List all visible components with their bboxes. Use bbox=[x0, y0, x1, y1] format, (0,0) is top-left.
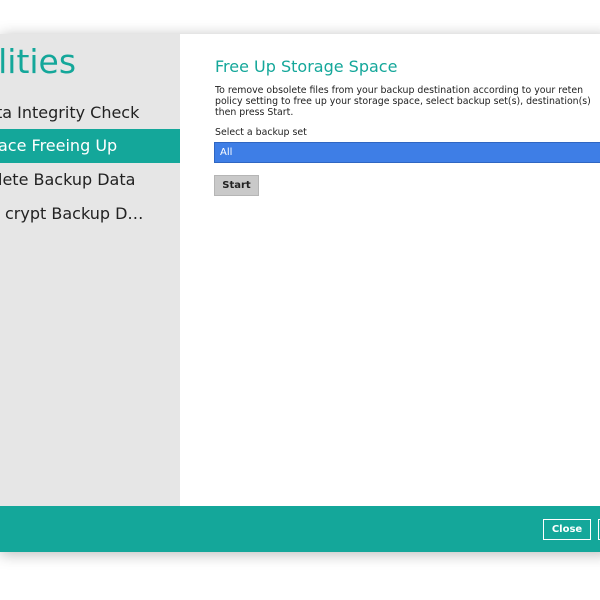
backup-set-select[interactable]: All bbox=[214, 142, 600, 163]
backup-set-label: Select a backup set bbox=[215, 127, 307, 138]
utilities-window: tilities ta Integrity Check ace Freeing … bbox=[0, 34, 600, 552]
page-title: Free Up Storage Space bbox=[215, 57, 398, 76]
sidebar: tilities ta Integrity Check ace Freeing … bbox=[0, 34, 180, 506]
sidebar-item-space-freeing-up[interactable]: ace Freeing Up bbox=[0, 129, 180, 163]
sidebar-item-decrypt-backup-data[interactable]: crypt Backup D… bbox=[0, 197, 180, 231]
sidebar-item-label: ta Integrity Check bbox=[0, 103, 140, 122]
main-panel: Free Up Storage Space To remove obsolete… bbox=[180, 34, 600, 506]
start-button[interactable]: Start bbox=[214, 175, 259, 196]
sidebar-item-label: crypt Backup D… bbox=[5, 204, 144, 223]
close-button[interactable]: Close bbox=[543, 519, 591, 540]
footer-bar: Close bbox=[0, 506, 600, 552]
description-text: To remove obsolete files from your backu… bbox=[215, 85, 591, 118]
sidebar-title: tilities bbox=[0, 42, 77, 81]
sidebar-item-data-integrity-check[interactable]: ta Integrity Check bbox=[0, 96, 180, 130]
sidebar-item-label: lete Backup Data bbox=[0, 170, 136, 189]
sidebar-item-delete-backup-data[interactable]: lete Backup Data bbox=[0, 163, 180, 197]
sidebar-item-label: ace Freeing Up bbox=[0, 136, 118, 155]
